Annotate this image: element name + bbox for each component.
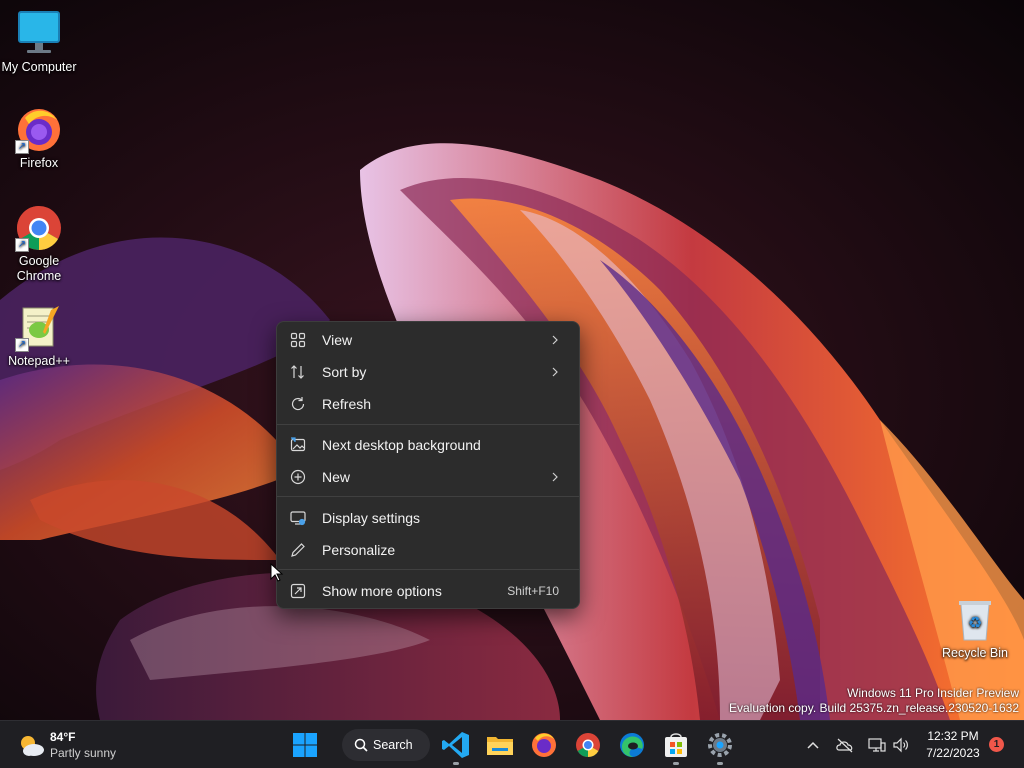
watermark-line-2: Evaluation copy. Build 25375.zn_release.…: [729, 701, 1019, 715]
menu-item-label: Personalize: [322, 542, 396, 558]
taskbar-app-chrome[interactable]: [572, 729, 604, 761]
search-icon: [354, 738, 368, 752]
menu-item-refresh[interactable]: Refresh: [281, 389, 575, 419]
desktop-context-menu: View Sort by Refresh Next desktop backgr…: [276, 321, 580, 609]
clock[interactable]: 12:32 PM 7/22/2023: [920, 727, 986, 763]
menu-item-sort-by[interactable]: Sort by: [281, 357, 575, 387]
taskbar-app-edge[interactable]: [616, 729, 648, 761]
weather-temperature: 84°F: [50, 730, 76, 744]
watermark-line-1: Windows 11 Pro Insider Preview: [847, 686, 1019, 700]
weather-condition: Partly sunny: [50, 746, 117, 760]
menu-item-label: Show more options: [322, 583, 442, 599]
menu-item-label: Next desktop background: [322, 437, 481, 453]
menu-item-view[interactable]: View: [281, 325, 575, 355]
desktop-icon-label: Notepad++: [8, 354, 70, 368]
next-background-icon: [289, 436, 307, 454]
start-icon: [293, 733, 317, 757]
menu-item-next-desktop-background[interactable]: Next desktop background: [281, 430, 575, 460]
partly-sunny-icon: [21, 736, 44, 756]
desktop-icon-google-chrome[interactable]: ↗ Google Chrome: [0, 204, 78, 284]
start-button[interactable]: [289, 729, 321, 761]
menu-item-new[interactable]: New: [281, 462, 575, 492]
search-label: Search: [373, 738, 413, 752]
svg-text:♻: ♻: [968, 613, 982, 632]
edge-icon: [620, 733, 644, 757]
notification-badge[interactable]: 1: [989, 737, 1004, 752]
notepad-plus-plus-icon: ↗: [15, 304, 63, 352]
network-icon[interactable]: [868, 737, 886, 753]
desktop-icon-label: My Computer: [1, 60, 77, 74]
desktop-icon-label: Google Chrome: [16, 254, 62, 283]
menu-item-personalize[interactable]: Personalize: [281, 535, 575, 565]
taskbar: 84°F Partly sunny Search 12:32 PM 7/22/2…: [0, 720, 1024, 768]
clock-date: 7/22/2023: [926, 746, 980, 760]
microsoft-store-icon: [665, 733, 687, 757]
taskbar-app-file-explorer[interactable]: [484, 729, 516, 761]
search-box[interactable]: Search: [342, 729, 430, 761]
menu-separator: [277, 496, 579, 497]
firefox-icon: [532, 733, 556, 757]
menu-item-show-more-options[interactable]: Show more options Shift+F10: [281, 576, 575, 606]
chrome-icon: ↗: [15, 204, 63, 252]
sort-icon: [289, 363, 307, 381]
plus-circle-icon: [289, 468, 307, 486]
refresh-icon: [289, 395, 307, 413]
menu-item-label: Display settings: [322, 510, 421, 526]
menu-item-label: View: [322, 332, 353, 348]
chevron-right-icon: [551, 364, 559, 380]
desktop-icon-notepad-plus-plus[interactable]: ↗ Notepad++: [0, 304, 78, 369]
taskbar-app-firefox[interactable]: [528, 729, 560, 761]
menu-separator: [277, 569, 579, 570]
chevron-up-icon[interactable]: [804, 737, 822, 753]
running-indicator: [673, 762, 679, 765]
chevron-right-icon: [551, 332, 559, 348]
desktop-icon-label: Recycle Bin: [942, 646, 1008, 660]
monitor-icon: [15, 10, 63, 58]
desktop-icon-label: Firefox: [19, 156, 59, 170]
pen-icon: [289, 541, 307, 559]
desktop-icon-recycle-bin[interactable]: ♻ Recycle Bin: [936, 596, 1014, 661]
shortcut-arrow-icon: ↗: [15, 238, 29, 252]
grid-view-icon: [289, 331, 307, 349]
desktop-icon-firefox[interactable]: ↗ Firefox: [0, 106, 78, 171]
menu-item-label: Sort by: [322, 364, 367, 380]
vscode-icon: [442, 732, 469, 758]
onedrive-offline-icon[interactable]: [836, 737, 854, 753]
taskbar-app-settings[interactable]: [704, 729, 736, 765]
taskbar-app-microsoft-store[interactable]: [660, 729, 692, 765]
firefox-icon: ↗: [15, 106, 63, 154]
running-indicator: [453, 762, 459, 765]
menu-separator: [277, 424, 579, 425]
display-settings-icon: [289, 509, 307, 527]
weather-widget[interactable]: 84°F Partly sunny: [12, 727, 132, 763]
menu-item-label: Refresh: [322, 396, 372, 412]
more-options-icon: [289, 582, 307, 600]
chrome-icon: [576, 733, 600, 758]
file-explorer-icon: [487, 737, 513, 755]
volume-icon[interactable]: [892, 737, 910, 753]
chevron-right-icon: [551, 469, 559, 485]
desktop-icon-my-computer[interactable]: My Computer: [0, 10, 78, 75]
menu-item-label: New: [322, 469, 351, 485]
taskbar-app-vscode[interactable]: [440, 729, 472, 765]
running-indicator: [717, 762, 723, 765]
shortcut-arrow-icon: ↗: [15, 338, 29, 352]
menu-item-display-settings[interactable]: Display settings: [281, 503, 575, 533]
settings-icon: [708, 733, 732, 757]
mouse-pointer-icon: [270, 563, 284, 582]
shortcut-arrow-icon: ↗: [15, 140, 29, 154]
keyboard-shortcut: Shift+F10: [507, 584, 559, 598]
clock-time: 12:32 PM: [927, 729, 979, 743]
recycle-bin-icon: ♻: [951, 596, 999, 644]
